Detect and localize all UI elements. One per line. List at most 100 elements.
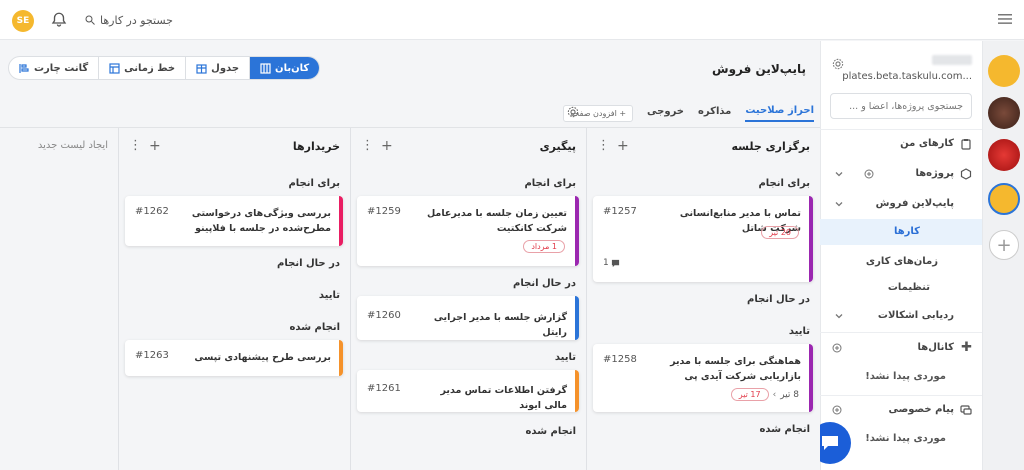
sidebar-item-label: ردیابی اشکالات	[877, 310, 954, 321]
private-empty-text: موردی پیدا نشد!	[865, 433, 946, 444]
view-switcher: گانت چارت خط زمانی جدول کان‌بان	[8, 56, 321, 80]
channels-empty-text: موردی پیدا نشد!	[865, 371, 946, 382]
due-date-badge[interactable]: 1 مرداد	[523, 240, 565, 253]
card-title: بررسی طرح پیشنهادی تپسی	[194, 352, 331, 363]
task-card[interactable]: هماهنگی برای جلسه با مدیر بازاریابی شرکت…	[593, 344, 813, 412]
sidebar-item-label: کارها	[893, 226, 920, 237]
add-channel-icon[interactable]	[832, 343, 842, 353]
add-card-icon[interactable]: +	[617, 138, 629, 154]
page-title: پایپ‌لاین فروش	[712, 62, 806, 76]
group-label: در حال انجام	[747, 294, 810, 305]
column-title: خریدارها	[292, 140, 340, 153]
card-color-stripe	[575, 296, 579, 340]
add-card-icon[interactable]: +	[149, 138, 161, 154]
task-card[interactable]: گزارش جلسه با مدیر اجرایی رایتل #1260	[357, 296, 579, 340]
table-icon	[196, 63, 207, 74]
divider	[820, 332, 982, 333]
due-date-badge: 17 تیر	[730, 388, 769, 401]
sidebar-item-label: کانال‌ها	[917, 342, 954, 353]
view-kanban[interactable]: کان‌بان	[250, 57, 320, 79]
column-header: پیگیری + ⋮	[351, 128, 586, 166]
sidebar-item-tasks[interactable]: کارها	[820, 219, 982, 245]
task-card[interactable]: تعیین زمان جلسه با مدیرعامل شرکت کانکتیت…	[357, 196, 579, 266]
group-label: در حال انجام	[513, 278, 576, 289]
sidebar-item-work-times[interactable]: زمان‌های کاری	[820, 251, 982, 273]
new-list-column[interactable]: ایجاد لیست جدید	[0, 128, 118, 470]
card-number: #1257	[603, 206, 637, 217]
sidebar-item-settings[interactable]: تنظیمات	[820, 277, 982, 299]
view-label: جدول	[211, 62, 240, 74]
card-number: #1260	[367, 310, 401, 321]
group-label: برای انجام	[288, 178, 340, 189]
view-label: گانت چارت	[34, 62, 89, 74]
sidebar-item-project[interactable]: پایپ‌لاین فروش	[820, 193, 982, 215]
gear-icon[interactable]	[831, 57, 845, 71]
task-search[interactable]: جستجو در کارها	[84, 11, 173, 29]
user-avatar[interactable]: SE	[12, 10, 34, 32]
workspace-name-blurred	[932, 55, 972, 65]
project-search-input[interactable]	[830, 93, 972, 119]
workspace-avatar-active[interactable]	[988, 183, 1020, 215]
chevron-down-icon[interactable]	[834, 169, 844, 179]
chevron-down-icon[interactable]	[834, 311, 844, 321]
date-range[interactable]: 8 تیر › 17 تیر	[730, 388, 799, 401]
card-color-stripe	[809, 196, 813, 282]
column-header: برگزاری جلسه + ⋮	[587, 128, 820, 166]
card-color-stripe	[575, 370, 579, 412]
group-label: برای انجام	[524, 178, 576, 189]
sidebar-item-private-messages[interactable]: پیام خصوصی	[820, 399, 982, 421]
workspace-avatar[interactable]	[988, 139, 1020, 171]
view-label: کان‌بان	[275, 62, 310, 74]
sidebar-item-label: کارهای من	[900, 138, 954, 149]
tab-qualification[interactable]: احراز صلاحیت	[745, 105, 814, 122]
add-project-icon[interactable]	[864, 169, 874, 179]
view-timeline[interactable]: خط زمانی	[99, 57, 187, 79]
card-title: تعیین زمان جلسه با مدیرعامل شرکت کانکتیت	[426, 208, 567, 234]
task-card[interactable]: گرفتن اطلاعات تماس مدیر مالی ایوند #1261	[357, 370, 579, 412]
new-list-button[interactable]: ایجاد لیست جدید	[38, 140, 108, 151]
kanban-column: خریدارها + ⋮ برای انجام بررسی ویژگی‌های …	[118, 128, 350, 470]
sidebar-item-issue-tracking[interactable]: ردیابی اشکالات	[820, 305, 982, 327]
sidebar-item-my-tasks[interactable]: کارهای من	[820, 133, 982, 155]
group-label: در حال انجام	[277, 258, 340, 269]
group-label: تایید	[788, 326, 810, 337]
task-card[interactable]: تماس با مدیر منابع‌انسانی شرکت شاتل #125…	[593, 196, 813, 282]
task-card[interactable]: بررسی ویژگی‌های درخواستی مطرح‌شده در جلس…	[125, 196, 343, 246]
sidebar-item-channels[interactable]: ✚ کانال‌ها	[820, 337, 982, 359]
add-workspace-button[interactable]: +	[989, 230, 1019, 260]
comment-icon	[611, 259, 619, 267]
kanban-column: پیگیری + ⋮ برای انجام تعیین زمان جلسه با…	[350, 128, 586, 470]
more-vertical-icon[interactable]: ⋮	[597, 138, 610, 153]
sidebar-item-label: پیام خصوصی	[888, 404, 954, 415]
workspace-avatar[interactable]	[988, 97, 1020, 129]
workspace-url: plates.beta.taskulu.com...	[842, 71, 972, 82]
sidebar-item-projects[interactable]: پروژه‌ها	[820, 163, 982, 185]
card-title: گزارش جلسه با مدیر اجرایی رایتل	[433, 312, 567, 338]
workspace-avatar[interactable]	[988, 55, 1020, 87]
bell-icon[interactable]	[50, 11, 68, 29]
add-message-icon[interactable]	[832, 405, 842, 415]
start-date: 8 تیر	[780, 389, 799, 400]
more-vertical-icon[interactable]: ⋮	[129, 138, 142, 153]
more-vertical-icon[interactable]: ⋮	[361, 138, 374, 153]
add-card-icon[interactable]: +	[381, 138, 393, 154]
card-number: #1262	[135, 206, 169, 217]
view-gantt[interactable]: گانت چارت	[9, 57, 100, 79]
main-area: پایپ‌لاین فروش گانت چارت خط زمانی جدول ک…	[0, 41, 820, 470]
task-card[interactable]: بررسی طرح پیشنهادی تپسی #1263	[125, 340, 343, 376]
group-label: انجام شده	[759, 424, 810, 435]
chat-bubble-icon	[822, 436, 838, 450]
group-label: تایید	[554, 352, 576, 363]
top-bar: SE جستجو در کارها	[0, 0, 1024, 40]
chevron-down-icon[interactable]	[834, 199, 844, 209]
comment-count-value: 1	[603, 258, 609, 268]
gear-icon[interactable]	[566, 105, 580, 119]
view-table[interactable]: جدول	[186, 57, 251, 79]
card-title: گرفتن اطلاعات تماس مدیر مالی ایوند	[440, 385, 567, 411]
tab-output[interactable]: خروجی	[647, 106, 684, 121]
page-tabs: احراز صلاحیت مذاکره خروجی + افزودن صفحه	[563, 103, 814, 123]
tab-negotiation[interactable]: مذاکره	[698, 106, 731, 121]
due-date-badge[interactable]: 20 تیر	[761, 226, 799, 239]
menu-icon[interactable]	[998, 13, 1012, 25]
comment-count: 1	[603, 258, 620, 268]
